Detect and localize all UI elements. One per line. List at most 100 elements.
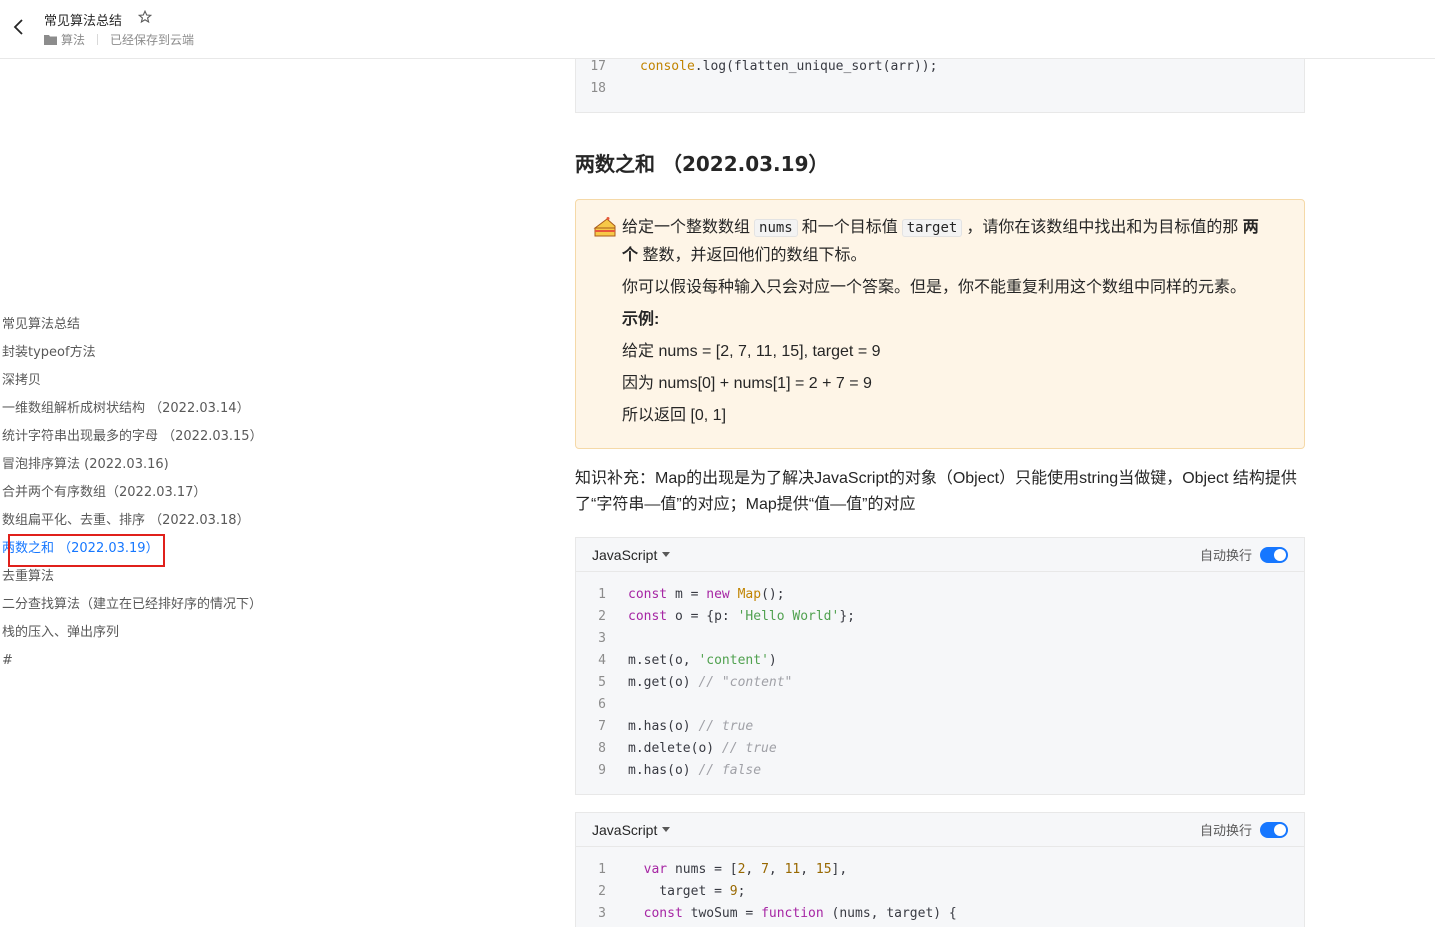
language-select[interactable]: JavaScript (592, 546, 671, 563)
code-text: m.has(o) // true (628, 719, 754, 734)
line-number: 3 (598, 631, 606, 646)
folder-icon (44, 35, 57, 45)
code-line: 2 const o = {p: 'Hello World'}; (576, 606, 1304, 628)
code-text: m.has(o) // false (628, 763, 762, 778)
line-number: 2 (598, 884, 606, 899)
table-of-contents: 常见算法总结 封装typeof方法 深拷贝 一维数组解析成树状结构 （2022.… (0, 311, 300, 675)
toc-item[interactable]: 一维数组解析成树状结构 （2022.03.14） (0, 395, 300, 423)
toc-item-active[interactable]: 两数之和 （2022.03.19） (0, 535, 300, 563)
document-title: 常见算法总结 (44, 14, 123, 29)
example-line: 因为 nums[0] + nums[1] = 2 + 7 = 9 (622, 375, 872, 392)
line-number: 18 (590, 81, 606, 96)
save-status: 已经保存到云端 (110, 33, 195, 47)
code-line: 2 target = 9; (576, 881, 1304, 903)
line-number: 17 (590, 59, 606, 74)
code-body: 1 const m = new Map(); 2 const o = {p: 'He… (576, 572, 1304, 794)
document-meta: 算法 已经保存到云端 (44, 31, 194, 48)
auto-wrap-switch[interactable] (1260, 546, 1288, 563)
code-line: 3 const twoSum = function (nums, target)… (576, 903, 1304, 925)
code-text: m.set(o, 'content') (628, 653, 777, 668)
meta-divider (97, 34, 99, 45)
code-text: const twoSum = function (nums, target) { (643, 906, 957, 921)
previous-code-block: 17 console.log(flatten_unique_sort(arr))… (575, 59, 1305, 113)
toc-item[interactable]: 冒泡排序算法 (2022.03.16) (0, 451, 300, 479)
example-line: 给定 nums = [2, 7, 11, 15], target = 9 (622, 343, 881, 360)
language-label: JavaScript (592, 546, 658, 563)
toc-item[interactable]: 深拷贝 (0, 367, 300, 395)
code-line: 5 m.get(o) // "content" (576, 672, 1304, 694)
code-text: console.log(flatten_unique_sort(arr)); (640, 59, 938, 74)
inline-code: nums (754, 219, 798, 237)
language-label: JavaScript (592, 821, 658, 838)
code-line: 17 console.log(flatten_unique_sort(arr))… (576, 56, 937, 78)
bold-text: 示例: (622, 311, 660, 328)
toc-item[interactable]: # (0, 647, 300, 675)
code-line: 6 (576, 694, 1304, 716)
toc-item[interactable]: 合并两个有序数组（2022.03.17） (0, 479, 300, 507)
code-line: 1 const m = new Map(); (576, 584, 1304, 606)
toc-item[interactable]: 二分查找算法（建立在已经排好序的情况下） (0, 591, 300, 619)
code-line: 9 m.has(o) // false (576, 760, 1304, 782)
bold-text: 两 (1242, 219, 1259, 236)
line-number: 7 (598, 719, 606, 734)
line-number: 8 (598, 741, 606, 756)
text-span: 和一个目标值 (801, 219, 898, 236)
auto-wrap-toggle: 自动换行 (1200, 545, 1288, 564)
code-line: 3 (576, 628, 1304, 650)
line-number: 5 (598, 675, 606, 690)
paragraph: 知识补充：Map的出现是为了解决JavaScript的对象（Object）只能使… (575, 470, 1297, 513)
code-text: target = 9; (628, 884, 746, 899)
code-text: const m = new Map(); (628, 587, 785, 602)
toc-item[interactable]: 封装typeof方法 (0, 339, 300, 367)
code-line: 8 m.delete(o) // true (576, 738, 1304, 760)
caret-down-icon (662, 552, 671, 557)
line-number: 6 (598, 697, 606, 712)
back-arrow-icon[interactable] (10, 17, 28, 37)
text-span: 给定一个整数数组 (622, 219, 751, 236)
caret-down-icon (662, 827, 671, 832)
toc-item[interactable]: 数组扁平化、去重、排序 （2022.03.18） (0, 507, 300, 535)
code-line: 1 var nums = [2, 7, 11, 15], (576, 859, 1304, 881)
folder-name[interactable]: 算法 (61, 31, 85, 48)
auto-wrap-switch[interactable] (1260, 821, 1288, 838)
code-block: JavaScript 自动换行 1 const m = new Map(); 2 c… (575, 537, 1305, 795)
toc-item[interactable]: 常见算法总结 (0, 311, 300, 339)
language-select[interactable]: JavaScript (592, 821, 671, 838)
document-header: 常见算法总结 算法 已经保存到云端 (0, 0, 1435, 59)
callout-box: 给定一个整数数组 nums 和一个目标值 target ，请你在该数组中找出和为目标值的… (575, 199, 1305, 449)
code-body: 1 var nums = [2, 7, 11, 15], 2 target = … (576, 847, 1304, 927)
example-line: 所以返回 [0, 1] (622, 407, 727, 424)
text-span: 整数，并返回他们的数组下标。 (642, 247, 867, 264)
code-line: 18 (576, 78, 937, 100)
code-block-header: JavaScript 自动换行 (576, 538, 1304, 572)
line-number: 4 (598, 653, 606, 668)
toc-item[interactable]: 栈的压入、弹出序列 (0, 619, 300, 647)
star-icon[interactable] (138, 10, 152, 24)
code-text: m.get(o) // "content" (628, 675, 793, 690)
switch-knob (1274, 548, 1286, 561)
line-number: 9 (598, 763, 606, 778)
code-line: 4 m.set(o, 'content') (576, 650, 1304, 672)
code-block: JavaScript 自动换行 1 var nums = [2, 7, 11, … (575, 812, 1305, 927)
auto-wrap-toggle: 自动换行 (1200, 820, 1288, 839)
section-heading: 两数之和 （2022.03.19） (575, 152, 829, 176)
problem-statement: 给定一个整数数组 nums 和一个目标值 target ，请你在该数组中找出和为目标值的… (622, 214, 1284, 269)
toc-item[interactable]: 去重算法 (0, 563, 300, 591)
example-label: 示例: (622, 306, 1284, 333)
document-content: 17 console.log(flatten_unique_sort(arr))… (575, 59, 1305, 927)
bold-text: 个 (622, 247, 639, 264)
code-text: var nums = [2, 7, 11, 15], (643, 862, 848, 877)
code-block-header: JavaScript 自动换行 (576, 813, 1304, 847)
code-line: 7 m.has(o) // true (576, 716, 1304, 738)
line-number: 1 (598, 587, 606, 602)
toc-item[interactable]: 统计字符串出现最多的字母 （2022.03.15） (0, 423, 300, 451)
auto-wrap-label: 自动换行 (1199, 823, 1252, 838)
switch-knob (1274, 823, 1286, 836)
problem-constraint: 你可以假设每种输入只会对应一个答案。但是，你不能重复利用这个数组中同样的元素。 (622, 279, 1247, 296)
cake-icon (593, 217, 616, 237)
line-number: 3 (598, 906, 606, 921)
code-text: const o = {p: 'Hello World'}; (628, 609, 855, 624)
